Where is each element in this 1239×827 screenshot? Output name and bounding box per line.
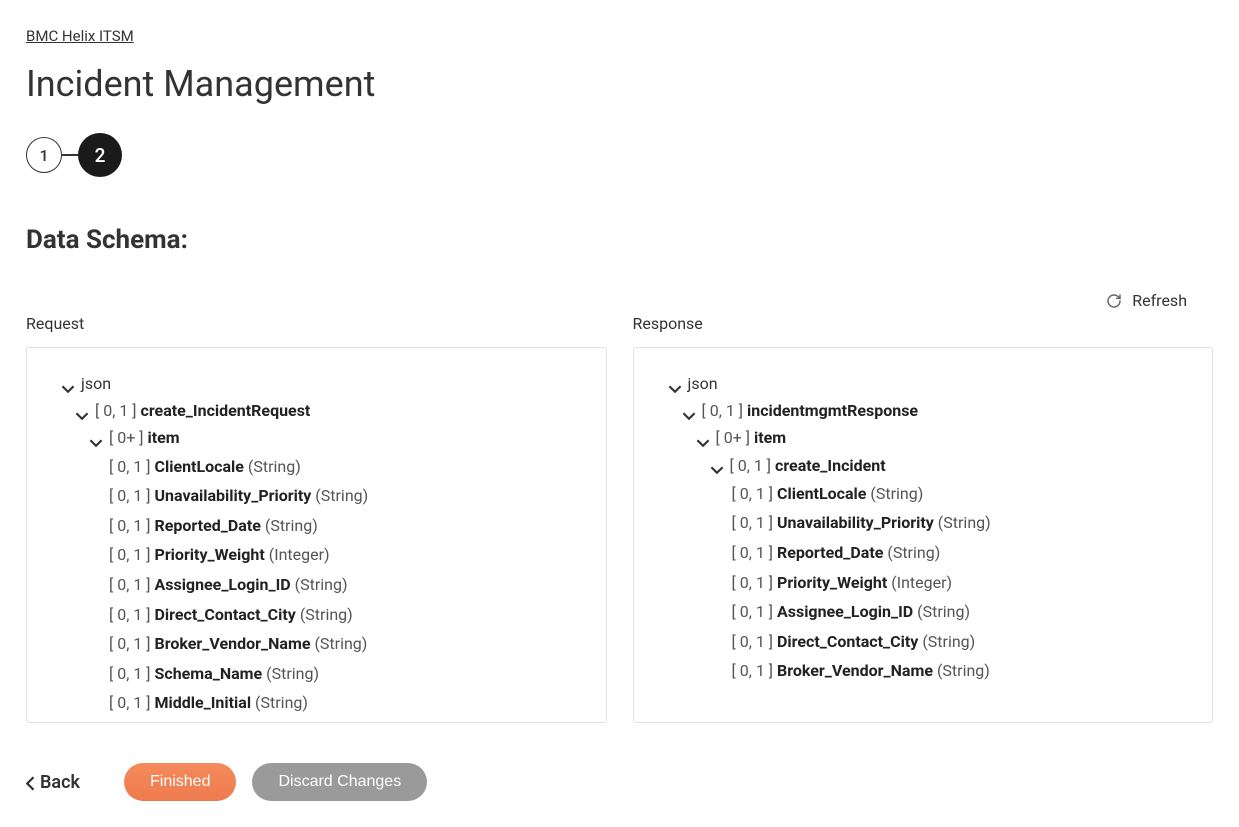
chevron-down-icon[interactable] (696, 431, 710, 445)
tree-label: [ 0+ ] item (109, 424, 180, 451)
discard-button[interactable]: Discard Changes (252, 763, 427, 801)
tree-leaf[interactable]: [ 0, 1 ] Direct_Contact_City (String) (654, 627, 1193, 657)
tree-node-item[interactable]: [ 0+ ] item (654, 424, 1193, 451)
tree-leaf[interactable]: [ 0, 1 ] ClientLocale (String) (654, 479, 1193, 509)
tree-node-json[interactable]: json (654, 370, 1193, 397)
tree-leaf[interactable]: [ 0, 1 ] Broker_Vendor_Name (String) (47, 629, 586, 659)
chevron-down-icon[interactable] (61, 377, 75, 391)
section-heading: Data Schema: (26, 225, 1213, 255)
tree-label: json (81, 370, 111, 397)
chevron-left-icon (26, 775, 36, 789)
tree-leaf[interactable]: [ 0, 1 ] Broker_Vendor_Name (String) (654, 656, 1193, 686)
tree-label: [ 0, 1 ] create_Incident (730, 452, 886, 479)
chevron-down-icon[interactable] (75, 404, 89, 418)
tree-leaf[interactable]: [ 0, 1 ] Assignee_Login_ID (String) (47, 570, 586, 600)
tree-node-json[interactable]: json (47, 370, 586, 397)
tree-leaf[interactable]: [ 0, 1 ] Direct_Contact_City (String) (47, 600, 586, 630)
response-panel: json [ 0, 1 ] incidentmgmtResponse [ 0+ … (633, 347, 1214, 723)
step-2[interactable]: 2 (78, 133, 122, 177)
page-title: Incident Management (26, 63, 1213, 105)
step-1[interactable]: 1 (26, 137, 62, 173)
chevron-down-icon[interactable] (89, 431, 103, 445)
chevron-down-icon[interactable] (710, 458, 724, 472)
response-panel-label: Response (633, 314, 1214, 333)
refresh-label: Refresh (1132, 291, 1187, 310)
refresh-button[interactable]: Refresh (1106, 291, 1187, 310)
step-connector (62, 154, 78, 156)
tree-leaf[interactable]: [ 0, 1 ] Schema_Name (String) (47, 659, 586, 689)
tree-leaf[interactable]: [ 0, 1 ] Reported_Date (String) (47, 511, 586, 541)
refresh-icon (1106, 293, 1122, 309)
tree-leaf[interactable]: [ 0, 1 ] Unavailability_Priority (String… (654, 508, 1193, 538)
stepper: 1 2 (26, 133, 1213, 177)
breadcrumb-link[interactable]: BMC Helix ITSM (26, 27, 134, 45)
tree-leaf[interactable]: [ 0, 1 ] Assignee_Login_ID (String) (654, 597, 1193, 627)
back-link[interactable]: Back (26, 772, 80, 793)
tree-label: [ 0+ ] item (716, 424, 787, 451)
request-panel-label: Request (26, 314, 607, 333)
tree-label: [ 0, 1 ] create_IncidentRequest (95, 397, 310, 424)
tree-node-create-incident[interactable]: [ 0, 1 ] create_Incident (654, 452, 1193, 479)
tree-leaf[interactable]: [ 0, 1 ] Unavailability_Priority (String… (47, 481, 586, 511)
tree-label: [ 0, 1 ] incidentmgmtResponse (702, 397, 919, 424)
tree-node-item[interactable]: [ 0+ ] item (47, 424, 586, 451)
request-panel: json [ 0, 1 ] create_IncidentRequest [ 0… (26, 347, 607, 723)
chevron-down-icon[interactable] (682, 404, 696, 418)
tree-label: json (688, 370, 718, 397)
tree-leaf[interactable]: [ 0, 1 ] Priority_Weight (Integer) (47, 540, 586, 570)
tree-leaf[interactable]: [ 0, 1 ] ClientLocale (String) (47, 452, 586, 482)
tree-node-request-root[interactable]: [ 0, 1 ] create_IncidentRequest (47, 397, 586, 424)
chevron-down-icon[interactable] (668, 377, 682, 391)
tree-node-response-root[interactable]: [ 0, 1 ] incidentmgmtResponse (654, 397, 1193, 424)
tree-leaf[interactable]: [ 0, 1 ] Middle_Initial (String) (47, 688, 586, 718)
finished-button[interactable]: Finished (124, 763, 236, 801)
back-label: Back (40, 772, 80, 793)
tree-leaf[interactable]: [ 0, 1 ] Reported_Date (String) (654, 538, 1193, 568)
tree-leaf[interactable]: [ 0, 1 ] Priority_Weight (Integer) (654, 568, 1193, 598)
